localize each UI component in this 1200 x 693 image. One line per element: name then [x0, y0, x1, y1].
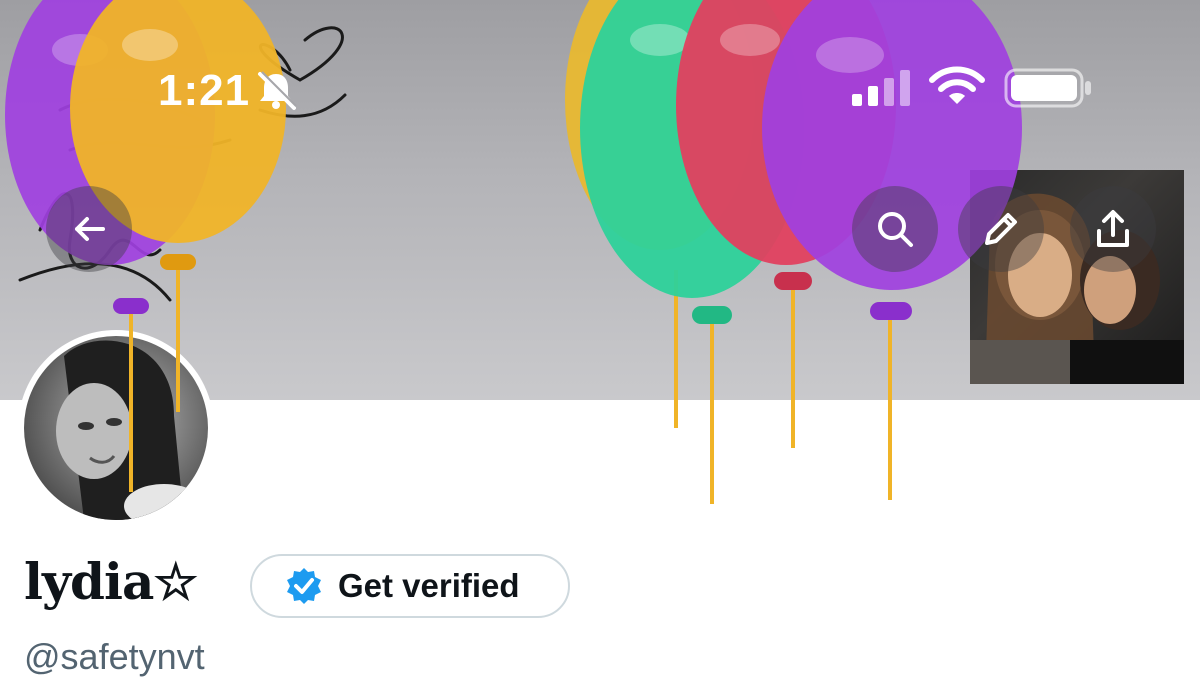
- verified-badge-icon: [287, 568, 321, 604]
- share-icon: [1097, 210, 1129, 247]
- wifi-icon: [929, 66, 985, 104]
- back-arrow-icon: [75, 217, 105, 241]
- pencil-icon: [985, 213, 1017, 245]
- status-time: 1:21: [158, 66, 251, 115]
- profile-avatar[interactable]: [18, 330, 214, 526]
- get-verified-button[interactable]: Get verified: [250, 554, 570, 618]
- user-handle: @safetynvt: [24, 636, 205, 677]
- cellular-signal-icon: [852, 70, 910, 106]
- search-button[interactable]: [852, 186, 938, 272]
- battery-icon: [1004, 68, 1091, 108]
- share-button[interactable]: [1070, 186, 1156, 272]
- edit-button[interactable]: [958, 186, 1044, 272]
- get-verified-label: Get verified: [338, 567, 520, 604]
- avatar-image: [24, 336, 208, 520]
- search-icon: [878, 212, 913, 247]
- bell-slash-icon: [258, 71, 297, 110]
- status-bar: 1:21: [0, 0, 1200, 190]
- display-name: lydia☆: [24, 552, 198, 611]
- back-button[interactable]: [46, 186, 132, 272]
